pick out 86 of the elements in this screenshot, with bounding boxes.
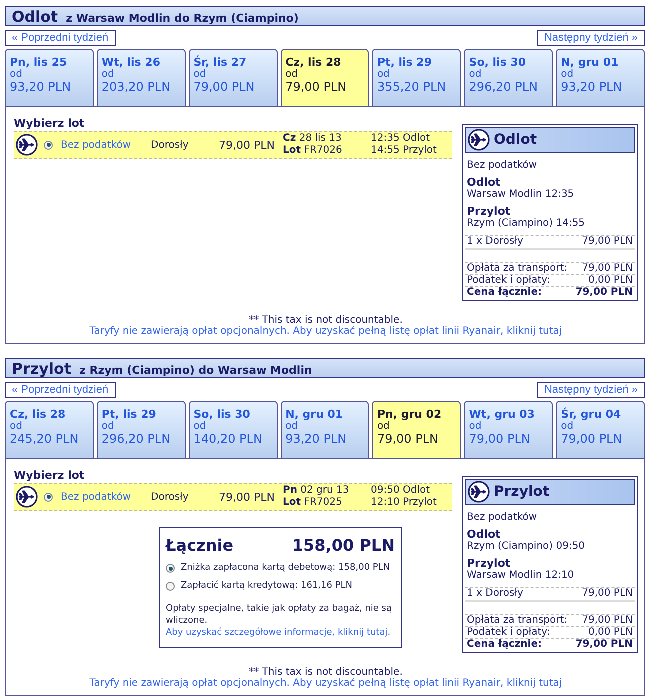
departure-info: Rzym (Ciampino) 09:50 — [466, 541, 586, 552]
fee-label: Opłata za transport: — [467, 263, 568, 274]
fare-price: 79,00 PLN — [218, 490, 275, 504]
route-label: z Rzym (Ciampino) do Warsaw Modlin — [80, 364, 312, 377]
arrival-info: Warsaw Modlin 12:10 — [466, 570, 576, 581]
day-tab[interactable]: Pn, lis 25 od 93,20 PLN — [5, 49, 94, 106]
arrival-time: 12:10 Przylot — [371, 497, 437, 509]
details-link[interactable]: Aby uzyskać szczegółowe informacje, kliknij tutaj. — [166, 627, 391, 639]
departure-info: Warsaw Modlin 12:35 — [466, 189, 576, 200]
flight-number: Lot FR7026 — [283, 145, 344, 157]
passenger-price: 79,00 PLN — [582, 236, 633, 247]
payment-option-label: Zapłacić kartą kredytową: 161,16 PLN — [181, 581, 353, 591]
fare-price: 79,00 PLN — [218, 138, 275, 152]
fares-link[interactable]: Taryfy nie zawierają opłat opcjonalnych. Aby uzyskać pełną listę opłat linii Ryanair, kliknij tutaj — [90, 678, 562, 689]
flight-row[interactable]: Bez podatków Dorosły 79,00 PLN Pn 02 gru 13 Lot FR7025 09:50 Odlot 12:10 Przylot — [14, 483, 452, 511]
day-tab[interactable]: So, lis 30 od 140,20 PLN — [188, 401, 278, 458]
fee-value: 0,00 PLN — [588, 627, 633, 638]
section-title: Odlot — [12, 8, 58, 26]
total-title: Łącznie — [166, 536, 234, 555]
departure-label: Odlot — [466, 176, 502, 189]
choose-flight-label: Wybierz lot — [14, 469, 86, 482]
plane-icon — [468, 481, 490, 503]
day-tab[interactable]: So, lis 30 od 296,20 PLN — [464, 49, 554, 106]
total-amount: 158,00 PLN — [292, 536, 395, 555]
passenger-type: Dorosły — [151, 140, 190, 150]
flight-date: Cz 28 lis 13 — [283, 133, 343, 145]
plane-icon — [16, 486, 38, 508]
previous-week-button[interactable]: « Poprzedni tydzień — [5, 382, 116, 398]
tax-note: ** This tax is not discountable. — [249, 315, 403, 326]
fare-radio[interactable] — [44, 140, 53, 150]
tax-note: ** This tax is not discountable. — [249, 667, 403, 678]
departure-label: Odlot — [466, 528, 502, 541]
previous-week-button[interactable]: « Poprzedni tydzień — [5, 30, 116, 46]
arrival-info: Rzym (Ciampino) 14:55 — [466, 218, 586, 229]
next-week-button[interactable]: Następny tydzień » — [537, 382, 645, 398]
choose-flight-label: Wybierz lot — [14, 117, 86, 130]
departure-time: 09:50 Odlot — [371, 485, 432, 497]
plane-icon — [468, 129, 490, 151]
next-week-button[interactable]: Następny tydzień » — [537, 30, 645, 46]
flight-number: Lot FR7025 — [283, 497, 344, 509]
flight-row[interactable]: Bez podatków Dorosły 79,00 PLN Cz 28 lis 13 Lot FR7026 12:35 Odlot 14:55 Przylot — [14, 131, 452, 159]
day-tab[interactable]: Pt, lis 29 od 296,20 PLN — [96, 401, 186, 458]
day-tab[interactable]: Pn, gru 02 od 79,00 PLN — [372, 401, 462, 458]
day-tab[interactable]: Śr, lis 27 od 79,00 PLN — [188, 49, 278, 106]
total-value: 79,00 PLN — [576, 287, 633, 298]
fee-value: 79,00 PLN — [582, 263, 633, 274]
payment-radio[interactable] — [166, 564, 175, 573]
passenger-price: 79,00 PLN — [582, 588, 633, 599]
day-tab[interactable]: N, gru 01 od 93,20 PLN — [556, 49, 646, 106]
summary-fare: Bez podatków — [466, 160, 538, 171]
section-title: Przylot — [12, 360, 72, 378]
payment-option-label: Zniżka zapłacona kartą debetową: 158,00 PLN — [181, 563, 390, 573]
day-tab[interactable]: Cz, lis 28 od 245,20 PLN — [5, 401, 94, 458]
total-label: Cena łącznie: — [467, 639, 542, 650]
summary-fare: Bez podatków — [466, 512, 538, 523]
passenger-count: 1 x Dorosły — [467, 236, 524, 247]
fee-value: 79,00 PLN — [582, 615, 633, 626]
day-tab[interactable]: Wt, lis 26 od 203,20 PLN — [96, 49, 186, 106]
fare-radio[interactable] — [44, 492, 53, 502]
total-label: Cena łącznie: — [467, 287, 542, 298]
total-value: 79,00 PLN — [576, 639, 633, 650]
route-label: z Warsaw Modlin do Rzym (Ciampino) — [66, 12, 299, 25]
day-tab[interactable]: Cz, lis 28 od 79,00 PLN — [280, 49, 370, 106]
day-tab[interactable]: Pt, lis 29 od 355,20 PLN — [372, 49, 462, 106]
summary-title: Przylot — [494, 484, 550, 500]
arrival-label: Przylot — [466, 205, 512, 218]
fee-value: 0,00 PLN — [588, 275, 633, 286]
flight-date: Pn 02 gru 13 — [283, 485, 350, 497]
passenger-type: Dorosły — [151, 492, 190, 502]
payment-radio[interactable] — [166, 582, 175, 591]
passenger-count: 1 x Dorosły — [467, 588, 524, 599]
fare-link[interactable]: Bez podatków — [61, 492, 151, 502]
summary-title: Odlot — [494, 132, 538, 148]
fares-link[interactable]: Taryfy nie zawierają opłat opcjonalnych. Aby uzyskać pełną listę opłat linii Ryanair, kliknij tutaj — [90, 326, 562, 337]
fee-label: Opłata za transport: — [467, 615, 568, 626]
fare-link[interactable]: Bez podatków — [61, 140, 151, 150]
fee-label: Podatek i opłaty: — [467, 627, 550, 638]
departure-time: 12:35 Odlot — [371, 133, 432, 145]
arrival-label: Przylot — [466, 557, 512, 570]
plane-icon — [16, 134, 38, 156]
arrival-time: 14:55 Przylot — [371, 145, 437, 157]
day-tab[interactable]: Śr, gru 04 od 79,00 PLN — [556, 401, 646, 458]
fee-label: Podatek i opłaty: — [467, 275, 550, 286]
day-tab[interactable]: N, gru 01 od 93,20 PLN — [280, 401, 370, 458]
day-tab[interactable]: Wt, gru 03 od 79,00 PLN — [464, 401, 554, 458]
fees-note: Opłaty specjalne, takie jak opłaty za bagaż, nie są wliczone. Aby uzyskać szczegółowe informacje, kliknij tutaj. — [166, 603, 394, 639]
